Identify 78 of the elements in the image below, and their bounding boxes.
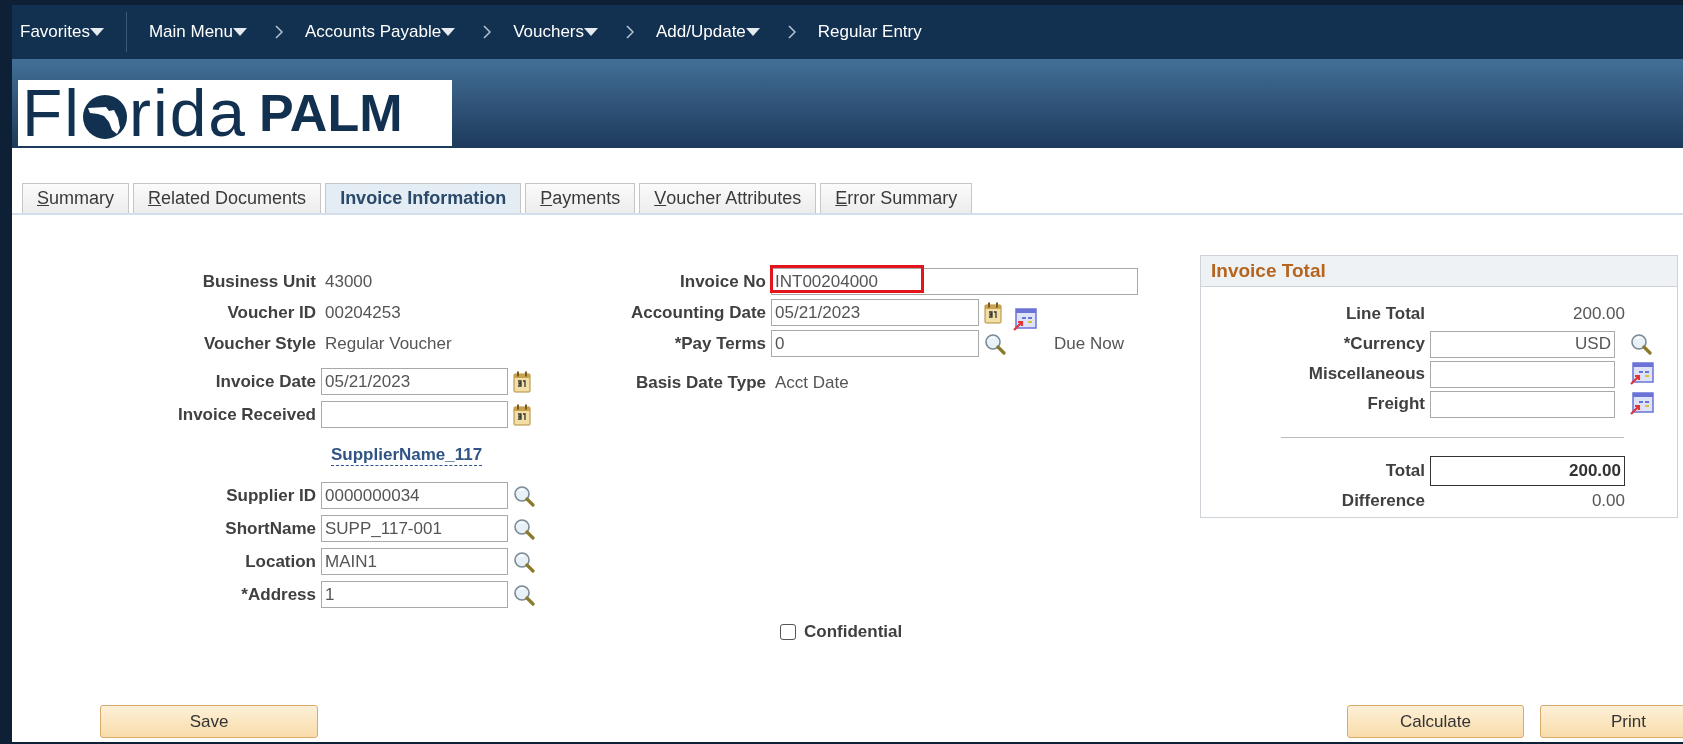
supplier-name-link[interactable]: SupplierName_117 xyxy=(331,444,483,466)
input-field[interactable]: 0 xyxy=(771,330,979,357)
nav-menu-item[interactable]: Favorites xyxy=(20,22,90,42)
field-value: 200.00 xyxy=(1573,304,1625,324)
calendar-icon[interactable] xyxy=(513,403,531,426)
tab[interactable]: Payments xyxy=(525,183,636,213)
save-button[interactable]: Save xyxy=(100,705,318,738)
field-value: Acct Date xyxy=(774,372,849,393)
field-value: 0.00 xyxy=(1591,491,1625,511)
nav-menu-item[interactable]: Vouchers xyxy=(513,22,584,42)
nav-menu-item[interactable]: Accounts Payable xyxy=(305,22,442,42)
field-value: 43000 xyxy=(324,271,373,292)
field-label: Invoice Date xyxy=(215,371,317,392)
input-field[interactable]: 05/21/2023 xyxy=(771,299,979,326)
search-icon[interactable] xyxy=(513,583,535,606)
input-field[interactable]: 05/21/2023 xyxy=(321,368,508,395)
field-label: Invoice No xyxy=(680,271,767,292)
input-field[interactable]: MAIN1 xyxy=(321,548,508,575)
field-label: Total xyxy=(1385,461,1426,481)
calendar-icon[interactable] xyxy=(984,301,1002,324)
calendar-icon[interactable] xyxy=(513,370,531,393)
input-field[interactable] xyxy=(1430,390,1615,418)
search-icon[interactable] xyxy=(1630,333,1652,355)
caret-icon xyxy=(441,28,456,36)
caret-icon xyxy=(89,28,104,36)
state-map-icon xyxy=(82,94,128,140)
field-label: *Pay Terms xyxy=(674,333,767,354)
field-label: Location xyxy=(245,551,317,572)
search-icon[interactable] xyxy=(984,332,1006,355)
search-icon[interactable] xyxy=(513,517,535,540)
input-field[interactable]: 1 xyxy=(321,581,508,608)
caret-icon xyxy=(233,28,248,36)
input-field[interactable]: INT00204000 xyxy=(771,268,1138,295)
chevron-icon xyxy=(626,25,634,39)
field-label: *Currency xyxy=(1343,334,1426,354)
field-label: Business Unit xyxy=(202,271,317,292)
field-value: Regular Voucher xyxy=(324,333,452,354)
chevron-icon xyxy=(275,25,284,39)
nav-menu-item[interactable]: Regular Entry xyxy=(817,22,922,42)
checkbox-label: Confidential xyxy=(804,622,903,642)
action-button[interactable]: Print xyxy=(1540,705,1683,738)
tab[interactable]: Summary xyxy=(22,183,130,213)
search-icon[interactable] xyxy=(513,550,535,573)
field-label: Supplier ID xyxy=(226,485,317,506)
panel-title: Invoice Total xyxy=(1211,260,1326,282)
due-status: Due Now xyxy=(1054,333,1124,354)
field-label: Voucher Style xyxy=(203,333,317,354)
field-label: Miscellaneous xyxy=(1308,364,1426,384)
caret-icon xyxy=(584,28,598,36)
search-icon[interactable] xyxy=(513,484,535,507)
confidential-checkbox[interactable] xyxy=(780,624,796,640)
total-field[interactable]: 200.00 xyxy=(1430,456,1625,486)
chevron-icon xyxy=(483,25,492,39)
tab[interactable]: Error Summary xyxy=(820,183,973,213)
input-field[interactable]: 0000000034 xyxy=(321,482,508,509)
input-field[interactable] xyxy=(1430,360,1615,388)
field-label: ShortName xyxy=(225,518,317,539)
field-label: *Address xyxy=(241,584,317,605)
field-label: Freight xyxy=(1367,394,1426,414)
field-label: Line Total xyxy=(1346,304,1426,324)
logo: Fl rida PALM xyxy=(18,80,452,146)
field-label: Accounting Date xyxy=(630,302,767,323)
tab[interactable]: Voucher Attributes xyxy=(639,183,817,213)
nav-menu-item[interactable]: Add/Update xyxy=(656,22,746,42)
nav-menu-item[interactable]: Main Menu xyxy=(148,22,234,42)
field-label: Voucher ID xyxy=(227,302,317,323)
field-label: Basis Date Type xyxy=(635,372,767,393)
chevron-icon xyxy=(787,25,796,39)
input-field[interactable]: SUPP_117-001 xyxy=(321,515,508,542)
input-field[interactable] xyxy=(321,401,508,428)
field-value: 00204253 xyxy=(324,302,401,323)
field-label: Difference xyxy=(1341,491,1426,511)
input-field[interactable]: USD xyxy=(1430,330,1615,358)
action-button[interactable]: Calculate xyxy=(1347,705,1524,738)
tab[interactable]: Invoice Information xyxy=(325,183,522,213)
caret-icon xyxy=(745,28,760,36)
tab[interactable]: Related Documents xyxy=(133,183,322,213)
field-label: Invoice Received xyxy=(178,404,317,425)
